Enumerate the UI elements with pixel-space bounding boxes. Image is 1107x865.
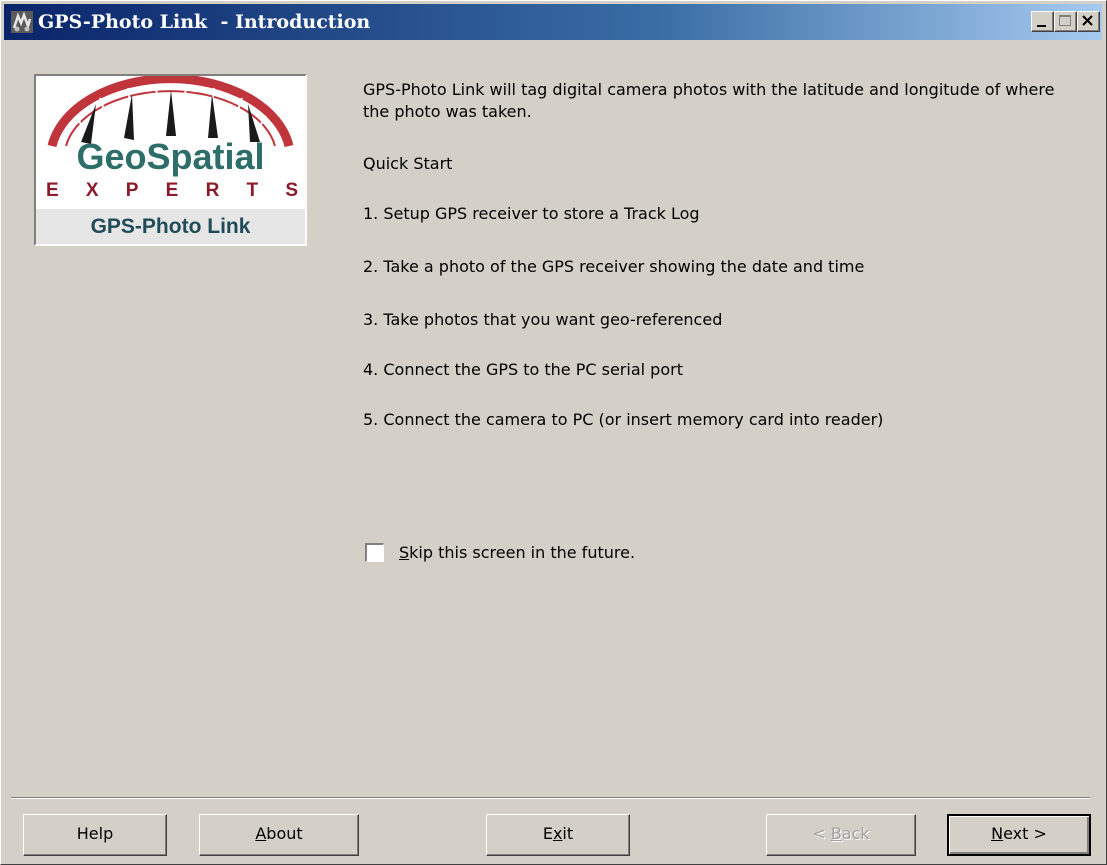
logo-letter: P [125, 180, 139, 201]
next-button[interactable]: Next > [947, 814, 1091, 856]
introduction-dialog: GPS-Photo Link - Introduction GeoSpatial… [0, 0, 1107, 865]
maximize-button[interactable] [1054, 11, 1077, 32]
window-title: GPS-Photo Link - Introduction [38, 11, 371, 33]
mnemonic-a: A [255, 824, 267, 843]
exit-label-rest: it [562, 824, 574, 843]
logo-letter: T [246, 180, 259, 201]
exit-label-pre: E [542, 824, 553, 843]
about-button[interactable]: About [199, 814, 359, 856]
next-label: ext > [1003, 824, 1047, 843]
mnemonic-n: N [991, 824, 1004, 843]
mnemonic-b: B [830, 824, 842, 843]
logo-letter: R [205, 180, 220, 201]
close-icon [1082, 15, 1093, 26]
minimize-button[interactable] [1031, 11, 1054, 32]
help-button[interactable]: Help [23, 814, 167, 856]
logo-letter: S [285, 180, 298, 201]
skip-screen-checkbox[interactable] [365, 543, 384, 562]
back-button[interactable]: < Back [766, 814, 916, 856]
skip-screen-label[interactable]: Skip this screen in the future. [399, 542, 635, 564]
button-separator [11, 797, 1090, 799]
exit-button[interactable]: Exit [486, 814, 630, 856]
logo-letter: E [46, 180, 59, 201]
step-4: 4. Connect the GPS to the PC serial port [363, 360, 683, 379]
logo-letter: E [165, 180, 179, 201]
intro-text: GPS-Photo Link will tag digital camera p… [363, 80, 1055, 121]
step-1: 1. Setup GPS receiver to store a Track L… [363, 204, 700, 223]
back-label-pre: < [812, 824, 831, 843]
app-icon [10, 10, 34, 34]
logo-geospatial-text: GeoSpatial [76, 136, 265, 177]
mnemonic-x: x [552, 824, 563, 843]
skip-label-text: kip this screen in the future. [409, 543, 636, 562]
minimize-icon [1037, 25, 1046, 27]
logo-experts-text: E X P E R T S [46, 180, 298, 202]
geospatial-logo: GeoSpatial E X P E R T S GPS-Photo Link [34, 74, 307, 246]
step-5: 5. Connect the camera to PC (or insert m… [363, 410, 884, 429]
close-button[interactable] [1077, 11, 1100, 32]
help-label: Help [76, 824, 114, 843]
step-3: 3. Take photos that you want geo-referen… [363, 310, 723, 329]
maximize-icon [1059, 15, 1071, 26]
step-2: 2. Take a photo of the GPS receiver show… [363, 257, 865, 276]
about-label: bout [266, 824, 303, 843]
quick-start-heading: Quick Start [363, 154, 453, 173]
back-label-rest: ack [841, 824, 870, 843]
logo-letter: X [85, 180, 99, 201]
logo-product-name: GPS-Photo Link [90, 215, 251, 238]
title-bar[interactable]: GPS-Photo Link - Introduction [4, 4, 1102, 40]
mnemonic-s: S [399, 543, 410, 562]
